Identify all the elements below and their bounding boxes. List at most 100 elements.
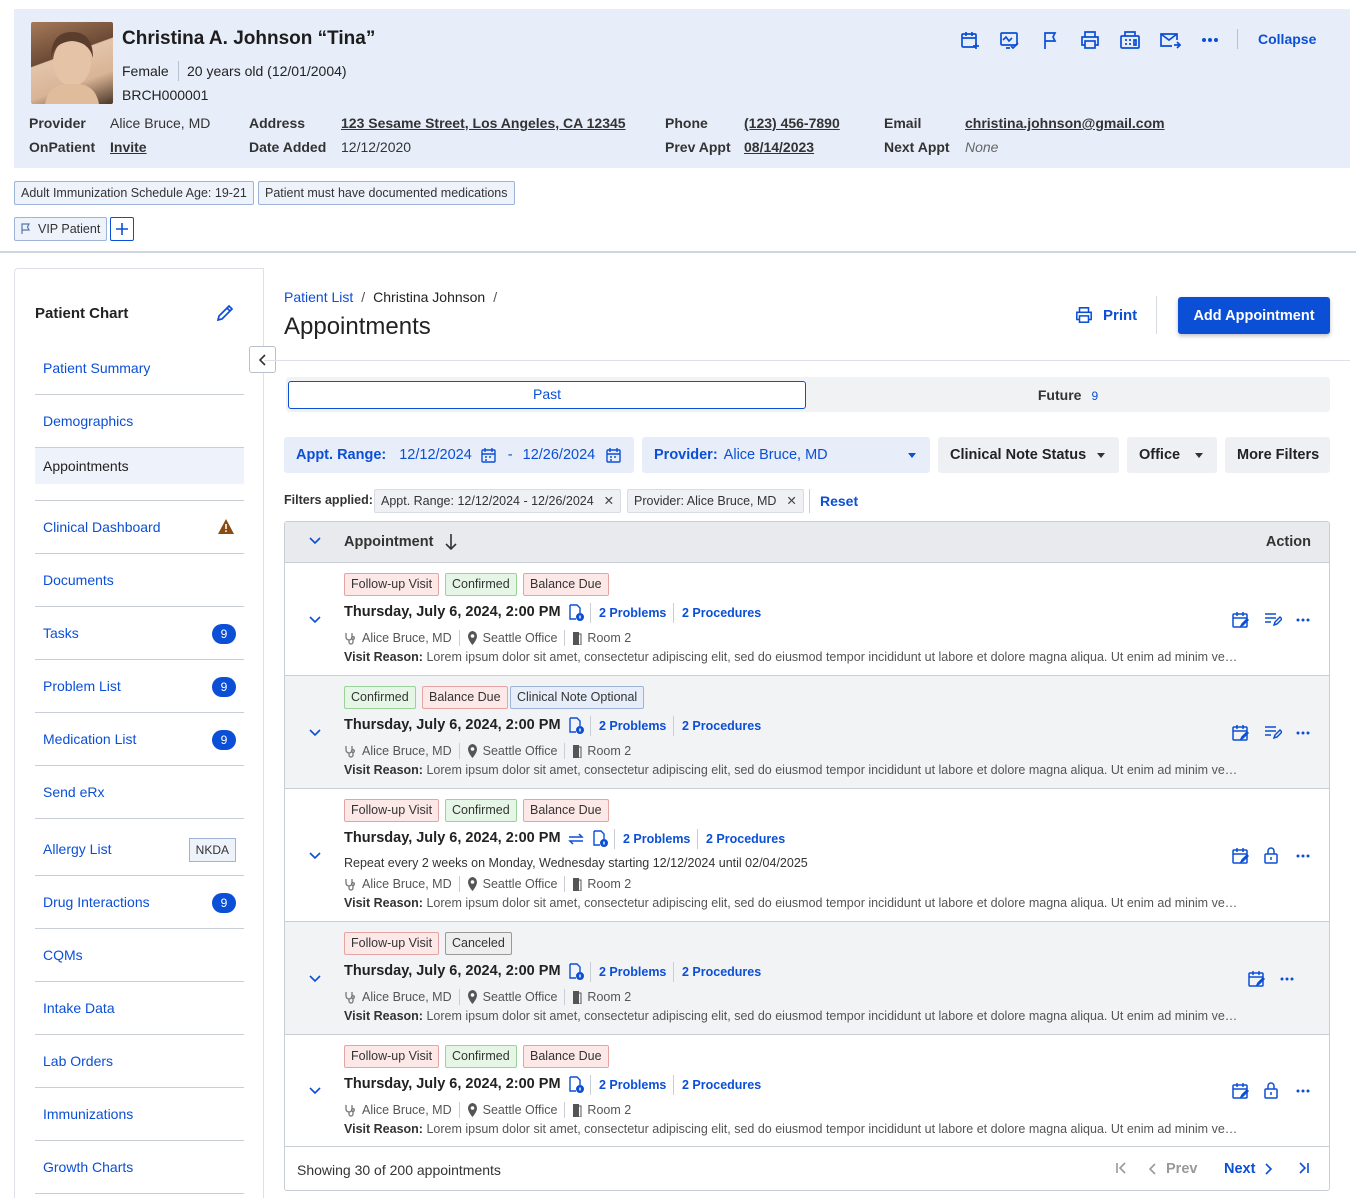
chevron-down-icon[interactable] [309,728,321,737]
close-icon[interactable]: ✕ [604,494,614,508]
clinical-note-status-filter[interactable]: Clinical Note Status [938,437,1119,473]
sidebar-item-label: Send eRx [43,784,105,800]
chevron-down-icon[interactable] [309,1087,321,1095]
collapse-button[interactable]: Collapse [1258,31,1316,47]
next-page-button[interactable]: Next [1224,1161,1273,1177]
sidebar-item[interactable]: CQMs [35,929,244,982]
calendar-icon[interactable] [481,447,496,463]
address-label: Address [249,115,306,131]
phone-label: Phone [665,115,708,131]
sidebar-item[interactable]: Growth Charts [35,1141,244,1194]
sidebar-item[interactable]: Patient Summary [35,342,244,395]
chevron-down-icon[interactable] [309,974,321,983]
procedures-link[interactable]: 2 Procedures [682,1078,761,1092]
sort-down-icon[interactable] [445,533,457,551]
clinical-note-icon[interactable] [568,604,584,621]
sidebar-item[interactable]: Send eRx [35,766,244,819]
vip-flag-tag[interactable]: VIP Patient [14,217,108,241]
first-page-icon[interactable] [1115,1162,1127,1174]
problems-link[interactable]: 2 Problems [599,606,666,620]
calendar-icon[interactable] [606,447,621,463]
sidebar-item[interactable]: Medication List 9 [35,713,244,766]
more-icon[interactable] [1296,1089,1310,1093]
chevron-down-icon[interactable] [309,615,321,624]
more-icon[interactable] [1190,30,1230,50]
calendar-edit-icon[interactable] [1232,611,1250,629]
problems-link[interactable]: 2 Problems [623,832,690,846]
calendar-edit-icon[interactable] [1232,1082,1250,1100]
clinical-note-icon[interactable] [568,1076,584,1093]
print-icon[interactable] [1070,30,1110,50]
divider [264,360,1350,361]
clinical-note-icon[interactable] [568,963,584,980]
sidebar-item[interactable]: Intake Data [35,982,244,1035]
divider [809,489,810,513]
problems-link[interactable]: 2 Problems [599,1078,666,1092]
sidebar-item[interactable]: Lab Orders [35,1035,244,1088]
prev-page-button[interactable]: Prev [1149,1161,1197,1177]
add-flag-button[interactable] [110,217,134,241]
note-edit-icon[interactable] [1264,724,1282,740]
prev-label: Prev [1166,1161,1198,1177]
fax-icon[interactable] [1110,30,1150,50]
clinical-note-icon[interactable] [592,830,608,847]
sidebar-item[interactable]: Demographics [35,395,244,448]
procedures-link[interactable]: 2 Procedures [682,719,761,733]
range-end-input[interactable]: 12/26/2024 [523,447,596,463]
more-icon[interactable] [1296,731,1310,735]
sidebar-item[interactable]: Clinical Dashboard [35,501,244,554]
sidebar-item[interactable]: Problem List 9 [35,660,244,713]
visit-reason-label: Visit Reason: [344,896,423,910]
sidebar-item[interactable]: Allergy List NKDA [35,819,244,876]
provider-filter-select[interactable]: Provider: Alice Bruce, MD [642,437,930,473]
calendar-edit-icon[interactable] [1232,724,1250,742]
phone-link[interactable]: (123) 456-7890 [744,115,840,131]
procedures-link[interactable]: 2 Procedures [706,832,785,846]
more-filters-button[interactable]: More Filters [1225,437,1330,473]
sidebar-item[interactable]: Appointments [35,448,244,501]
problems-link[interactable]: 2 Problems [599,719,666,733]
tab-future[interactable]: Future 9 [808,381,1328,409]
add-appointment-button[interactable]: Add Appointment [1178,297,1330,334]
calendar-edit-icon[interactable] [1232,847,1250,865]
office-filter[interactable]: Office [1127,437,1217,473]
prev-appt-link[interactable]: 08/14/2023 [744,139,814,155]
chevron-down-icon[interactable] [309,537,321,545]
flag-icon[interactable] [1030,30,1070,50]
email-link[interactable]: christina.johnson@gmail.com [965,115,1165,131]
breadcrumb-patient-list[interactable]: Patient List [284,289,353,305]
tab-past[interactable]: Past [288,381,806,409]
lock-icon[interactable] [1264,846,1278,864]
close-icon[interactable]: ✕ [786,494,796,508]
alert-tag[interactable]: Patient must have documented medications [258,181,515,205]
clinical-note-icon[interactable] [568,717,584,734]
onpatient-invite-link[interactable]: Invite [110,139,147,155]
reset-filters-link[interactable]: Reset [820,493,858,509]
breadcrumb: Patient List / Christina Johnson / [284,289,498,305]
sidebar-item-label: Problem List [43,678,121,694]
email-send-icon[interactable] [1150,30,1190,50]
more-icon[interactable] [1296,854,1310,858]
vitals-check-icon[interactable] [990,30,1030,50]
more-icon[interactable] [1280,977,1294,981]
last-page-icon[interactable] [1298,1162,1310,1174]
alert-tag[interactable]: Adult Immunization Schedule Age: 19-21 [14,181,254,205]
procedures-link[interactable]: 2 Procedures [682,965,761,979]
problems-link[interactable]: 2 Problems [599,965,666,979]
calendar-edit-icon[interactable] [1248,970,1266,988]
column-appointment[interactable]: Appointment [344,534,433,550]
note-edit-icon[interactable] [1264,611,1282,627]
sidebar-item[interactable]: Immunizations [35,1088,244,1141]
calendar-add-icon[interactable] [950,30,990,50]
sidebar-item[interactable]: Drug Interactions 9 [35,876,244,929]
more-icon[interactable] [1296,618,1310,622]
range-start-input[interactable]: 12/12/2024 [399,447,472,463]
print-button[interactable]: Print [1075,306,1137,324]
sidebar-item[interactable]: Tasks 9 [35,607,244,660]
chevron-down-icon[interactable] [309,851,321,860]
edit-icon[interactable] [215,303,235,323]
lock-icon[interactable] [1264,1082,1278,1099]
address-link[interactable]: 123 Sesame Street, Los Angeles, CA 12345 [341,115,626,131]
sidebar-item[interactable]: Documents [35,554,244,607]
procedures-link[interactable]: 2 Procedures [682,606,761,620]
